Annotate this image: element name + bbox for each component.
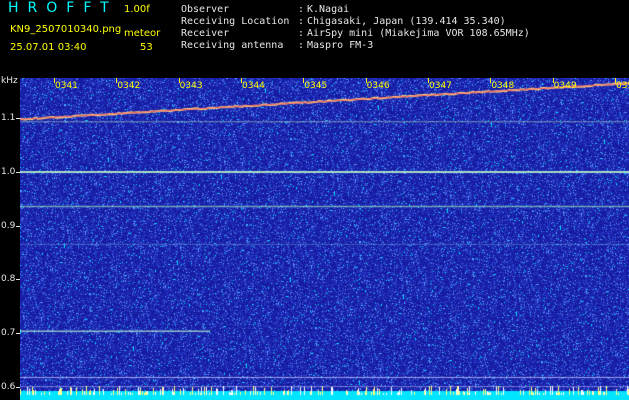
frequency-axis: [0, 78, 20, 400]
time-tick-label: 0349: [553, 81, 577, 91]
time-tick-label: 0344: [242, 81, 265, 91]
y-tick-label: 1.0: [1, 166, 16, 177]
time-tick-label: 0348: [491, 81, 515, 91]
mode-label: meteor: [124, 28, 161, 39]
location-label: Receiving Location: [181, 16, 290, 27]
time-tick-label: 0342: [117, 81, 141, 91]
timestamp: 25.07.01 03:40: [10, 42, 87, 53]
y-tick-label: 0.7: [1, 327, 16, 338]
event-count: 53: [140, 42, 153, 53]
receiver-value: AirSpy mini (Miakejima VOR 108.65MHz): [307, 28, 530, 39]
observer-label: Observer: [181, 4, 230, 15]
y-tick-label: 0.8: [1, 274, 16, 285]
time-tick-label: 0345: [304, 81, 328, 91]
antenna-value: Maspro FM-3: [307, 40, 374, 51]
time-tick-label: 0346: [366, 81, 390, 91]
info-header: HROFFT 1.00f KN9_2507010340.png meteor 2…: [0, 0, 629, 78]
antenna-label: Receiving antenna: [181, 40, 284, 51]
receiver-colon: :: [298, 28, 305, 39]
receiver-label: Receiver: [181, 28, 230, 39]
y-tick-label: 0.9: [1, 220, 16, 231]
y-tick-label: 0.6: [1, 381, 16, 392]
app-version: 1.00f: [124, 4, 150, 15]
app-title: HROFFT: [8, 0, 118, 16]
y-axis-unit: kHz: [1, 76, 18, 86]
file-name: KN9_2507010340.png: [10, 24, 122, 35]
waterfall-spectrogram: [20, 78, 629, 400]
observer-value: K.Nagai: [307, 4, 350, 15]
location-colon: :: [298, 16, 305, 27]
time-tick-label: 0343: [179, 81, 203, 91]
observer-colon: :: [298, 4, 305, 15]
time-tick-label: 0347: [429, 81, 452, 91]
time-tick-label: 0341: [55, 81, 78, 91]
y-tick-label: 1.1: [1, 113, 16, 124]
antenna-colon: :: [298, 40, 305, 51]
location-value: Chigasaki, Japan (139.414 35.340): [307, 16, 506, 27]
time-tick-label: 0350: [616, 81, 629, 91]
